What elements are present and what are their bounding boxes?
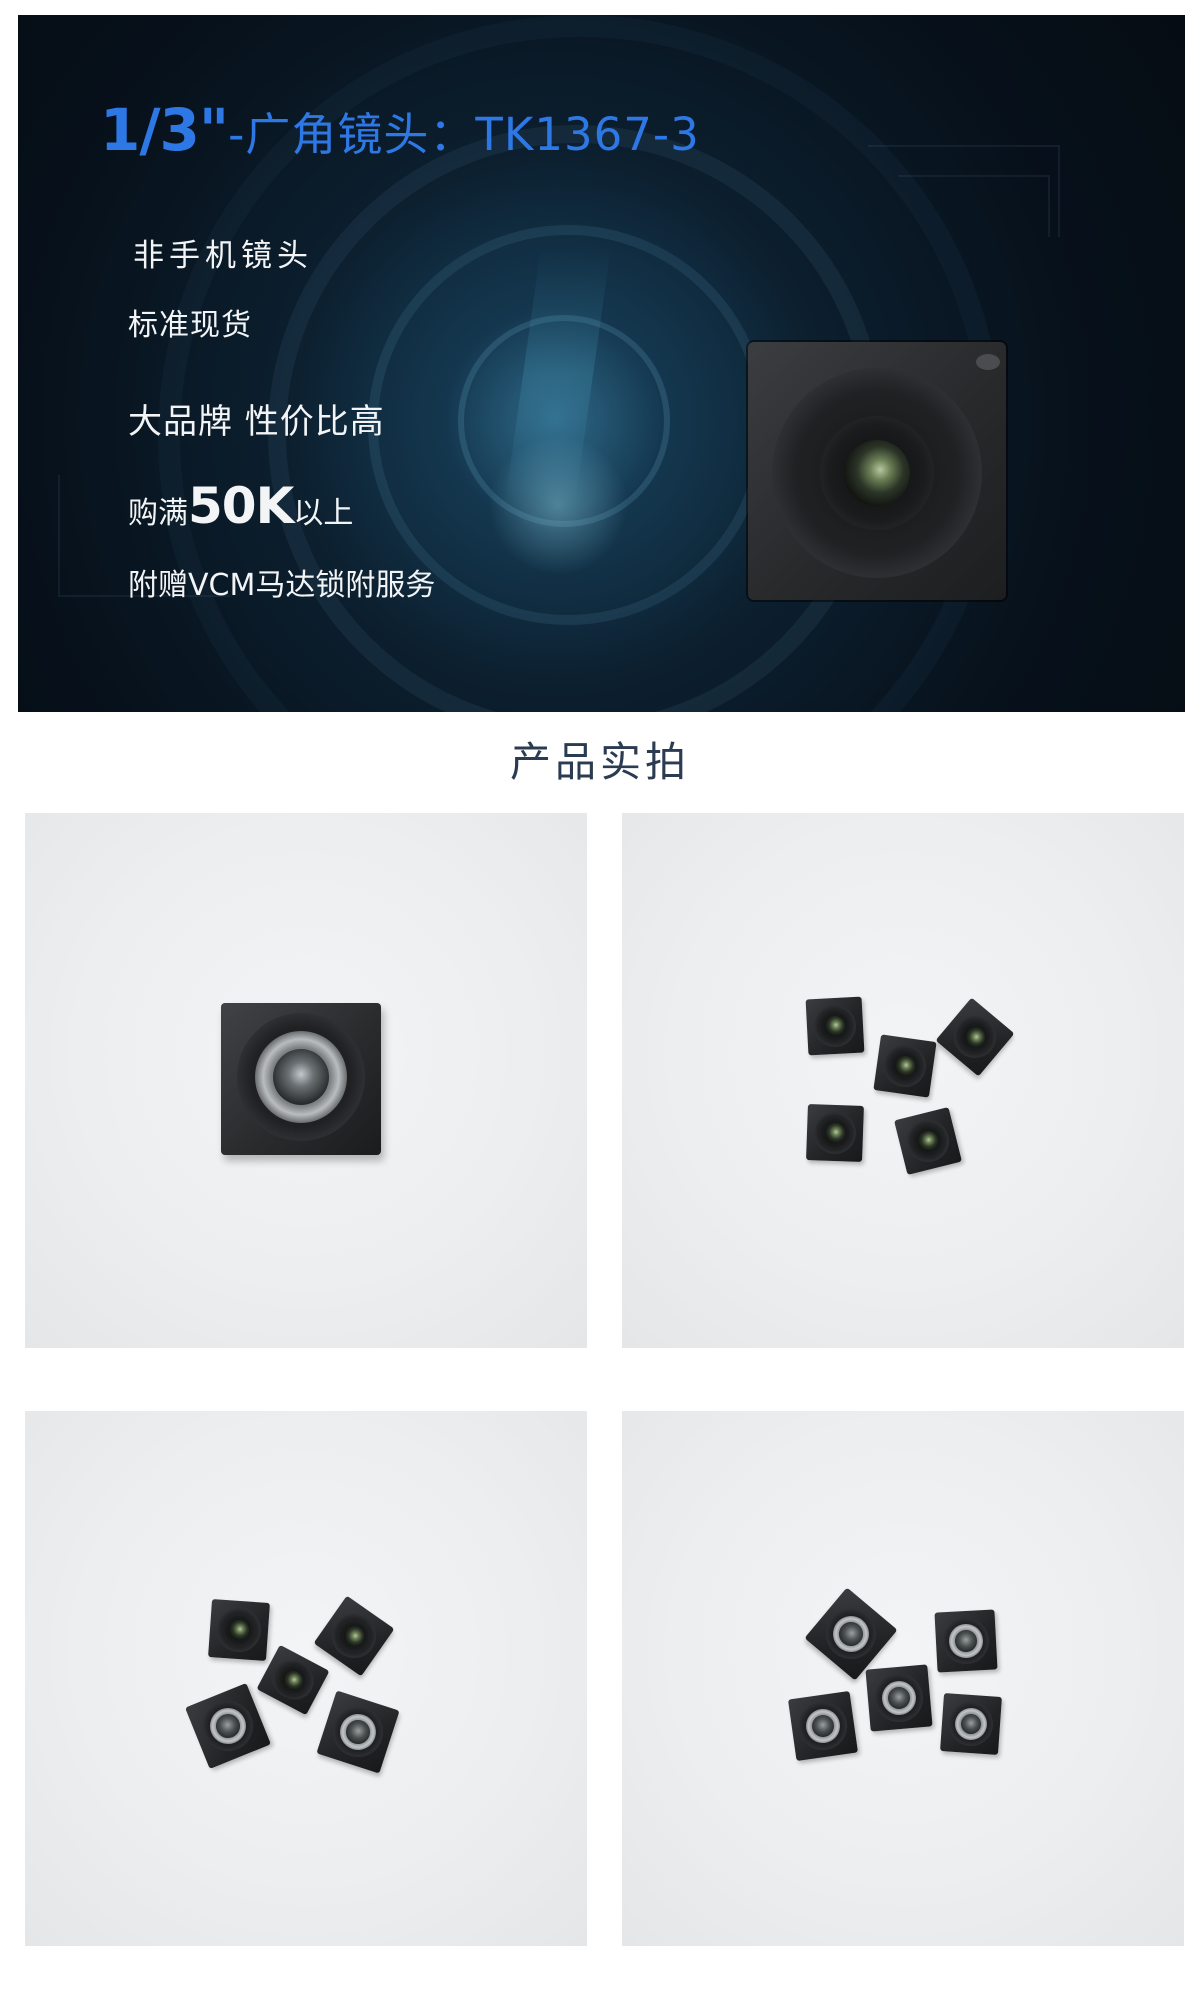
camera-module — [185, 1683, 271, 1769]
camera-module — [935, 997, 1015, 1077]
camera-module — [805, 996, 865, 1056]
feature-min-order-suffix: 以上 — [293, 496, 354, 531]
feature-brand-value: 大品牌 性价比高 — [128, 402, 385, 442]
product-photo-five-modules-b — [25, 1411, 587, 1946]
lens-glass — [273, 1049, 329, 1105]
camera-module-image — [748, 342, 1006, 600]
module-mount-tab — [976, 354, 1000, 370]
section-title-product-photos: 产品实拍 — [510, 738, 690, 786]
camera-module — [787, 1690, 859, 1762]
lens-glow — [488, 435, 628, 575]
product-photo-five-modules-a — [622, 813, 1184, 1348]
feature-in-stock: 标准现货 — [128, 308, 252, 343]
camera-module — [313, 1595, 395, 1677]
camera-module — [221, 1003, 381, 1155]
lens-glass — [844, 440, 910, 506]
camera-module — [865, 1664, 933, 1732]
camera-module — [894, 1107, 962, 1175]
banner-title-model: -广角镜头：TK1367-3 — [228, 108, 700, 161]
feature-min-order-prefix: 购满 — [128, 496, 188, 531]
product-photo-five-modules-silver — [622, 1411, 1184, 1946]
camera-module — [873, 1034, 937, 1098]
camera-module-side-view — [256, 1644, 330, 1716]
camera-module — [940, 1693, 1002, 1755]
camera-module — [804, 1587, 898, 1681]
hero-banner: 1/3"-广角镜头：TK1367-3 非手机镜头 标准现货 大品牌 性价比高 购… — [18, 15, 1185, 712]
camera-module — [806, 1104, 864, 1162]
product-photo-single-module — [25, 813, 587, 1348]
camera-module — [316, 1690, 400, 1774]
feature-non-phone-lens: 非手机镜头 — [133, 238, 313, 274]
camera-module — [208, 1599, 270, 1661]
banner-title-size: 1/3" — [100, 96, 229, 164]
feature-vcm-service: 附赠VCM马达锁附服务 — [128, 568, 436, 603]
circuit-line — [898, 175, 1050, 237]
camera-module — [934, 1609, 998, 1673]
feature-min-order: 购满50K以上 — [128, 481, 353, 531]
feature-min-order-quantity: 50K — [188, 477, 294, 535]
banner-title: 1/3"-广角镜头：TK1367-3 — [100, 101, 700, 159]
